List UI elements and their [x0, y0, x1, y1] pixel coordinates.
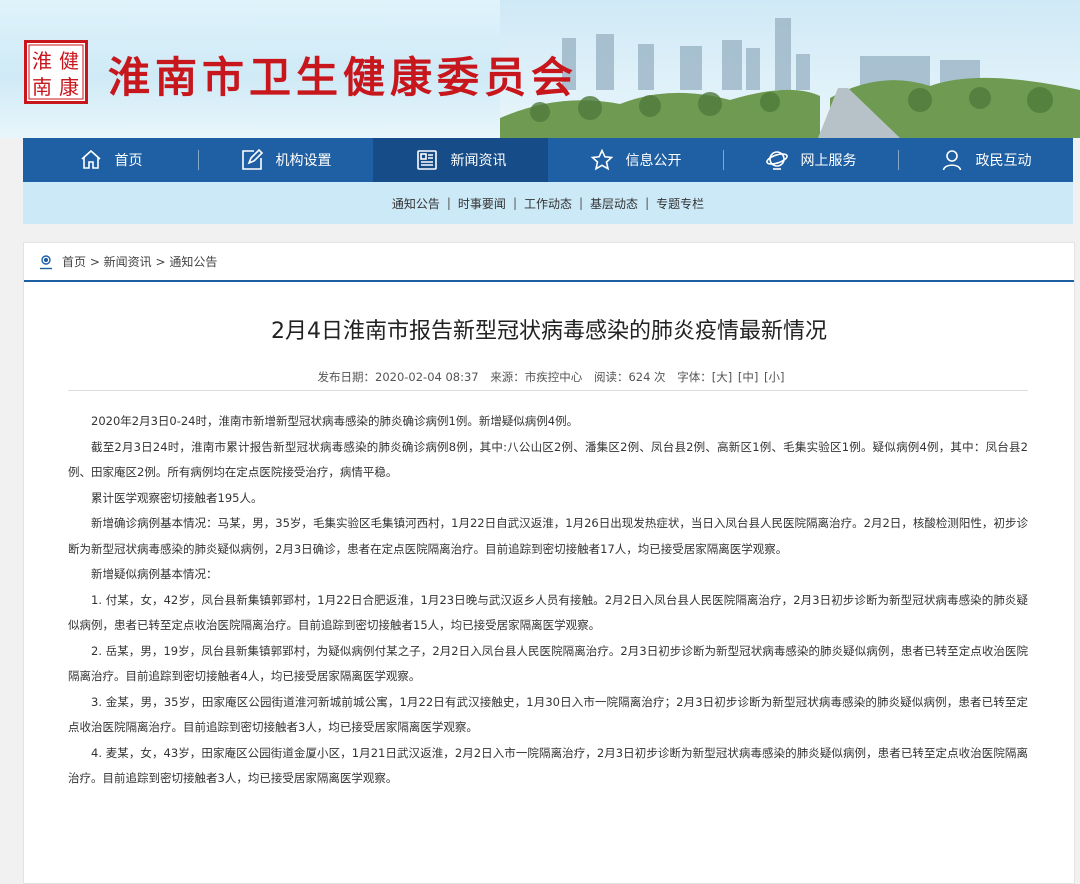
breadcrumb-text[interactable]: 首页 > 新闻资讯 > 通知公告	[62, 253, 217, 270]
nav-item-online-service[interactable]: 网上服务	[723, 138, 898, 182]
article-body: 2020年2月3日0-24时，淮南市新增新型冠状病毒感染的肺炎确诊病例1例。新增…	[68, 409, 1028, 792]
subnav-link-notice[interactable]: 通知公告	[392, 195, 440, 212]
sub-nav: 通知公告 | 时事要闻 | 工作动态 | 基层动态 | 专题专栏	[23, 182, 1073, 224]
home-icon	[80, 149, 101, 169]
nav-item-info-disclosure[interactable]: 信息公开	[548, 138, 723, 182]
article-title: 2月4日淮南市报告新型冠状病毒感染的肺炎疫情最新情况	[271, 319, 827, 344]
subnav-separator: |	[579, 196, 584, 210]
font-size-medium-link[interactable]: [中]	[738, 370, 758, 384]
location-pin-icon	[40, 254, 52, 269]
article-paragraph: 4. 麦某，女，43岁，田家庵区公园街道金厦小区，1月21日武汉返淮，2月2日入…	[68, 745, 1028, 786]
logo-seal-icon: 淮 健 南 康	[24, 40, 88, 104]
nav-label: 网上服务	[800, 153, 857, 169]
subnav-separator: |	[645, 196, 650, 210]
site-header: 淮 健 南 康 淮南市卫生健康委员会	[0, 0, 1080, 138]
svg-text:康: 康	[59, 75, 79, 99]
subnav-separator: |	[446, 196, 451, 210]
article-paragraph: 2. 岳某，男，19岁，凤台县新集镇郭郢村，为疑似病例付某之子，2月2日入凤台县…	[68, 643, 1028, 684]
article-paragraph: 1. 付某，女，42岁，凤台县新集镇郭郢村，1月22日合肥返淮，1月23日晚与武…	[68, 592, 1028, 633]
article-paragraph: 3. 金某，男，35岁，田家庵区公园街道淮河新城前城公寓，1月22日有武汉接触史…	[68, 694, 1028, 735]
nav-item-organization[interactable]: 机构设置	[198, 138, 373, 182]
font-size-small-link[interactable]: [小]	[764, 370, 784, 384]
font-size-label: 字体：	[677, 370, 712, 384]
svg-text:淮: 淮	[32, 49, 52, 73]
article-paragraph: 新增疑似病例基本情况：	[91, 567, 218, 581]
article-meta: 发布日期：2020-02-04 08:37 来源：市疾控中心 阅读：624 次 …	[24, 369, 1074, 385]
nav-label: 机构设置	[275, 153, 332, 169]
main-nav: 首页 机构设置 新闻资讯 信息公开 网上服务 政民互动	[23, 138, 1073, 182]
breadcrumb-divider	[24, 280, 1074, 282]
meta-divider	[68, 390, 1028, 391]
breadcrumb: 首页 > 新闻资讯 > 通知公告	[38, 253, 217, 270]
star-icon	[590, 148, 613, 171]
subnav-separator: |	[512, 196, 517, 210]
publish-date: 发布日期：2020-02-04 08:37	[317, 370, 479, 384]
nav-item-home[interactable]: 首页	[23, 138, 198, 182]
nav-label: 信息公开	[625, 153, 682, 169]
svg-text:健: 健	[59, 49, 79, 73]
edit-icon	[241, 148, 263, 170]
nav-item-news[interactable]: 新闻资讯	[373, 138, 548, 182]
font-size-large-link[interactable]: [大]	[712, 370, 732, 384]
subnav-link-current-news[interactable]: 时事要闻	[458, 195, 506, 212]
nav-label: 新闻资讯	[450, 153, 507, 169]
nav-label: 首页	[114, 153, 143, 169]
news-icon	[416, 150, 437, 170]
subnav-link-grassroots[interactable]: 基层动态	[590, 195, 638, 212]
user-icon	[942, 150, 961, 171]
city-skyline-banner	[500, 0, 1080, 138]
article-source: 来源：市疾控中心	[490, 370, 583, 384]
subnav-link-special-topics[interactable]: 专题专栏	[656, 195, 704, 212]
article-card: 首页 > 新闻资讯 > 通知公告 2月4日淮南市报告新型冠状病毒感染的肺炎疫情最…	[23, 242, 1075, 884]
article-paragraph: 新增确诊病例基本情况：马某，男，35岁，毛集实验区毛集镇河西村，1月22日自武汉…	[68, 516, 1028, 556]
view-count: 阅读：624 次	[593, 370, 666, 384]
globe-icon	[765, 151, 788, 170]
nav-label: 政民互动	[975, 153, 1032, 169]
article-paragraph: 2020年2月3日0-24时，淮南市新增新型冠状病毒感染的肺炎确诊病例1例。新增…	[91, 414, 579, 428]
site-title: 淮南市卫生健康委员会	[108, 53, 579, 102]
nav-item-interaction[interactable]: 政民互动	[898, 138, 1073, 182]
article-paragraph: 累计医学观察密切接触者195人。	[91, 490, 263, 505]
article-paragraph: 截至2月3日24时，淮南市累计报告新型冠状病毒感染的肺炎确诊病例8例，其中:八公…	[68, 439, 1028, 480]
subnav-link-work-updates[interactable]: 工作动态	[524, 195, 572, 212]
svg-text:南: 南	[32, 75, 52, 99]
